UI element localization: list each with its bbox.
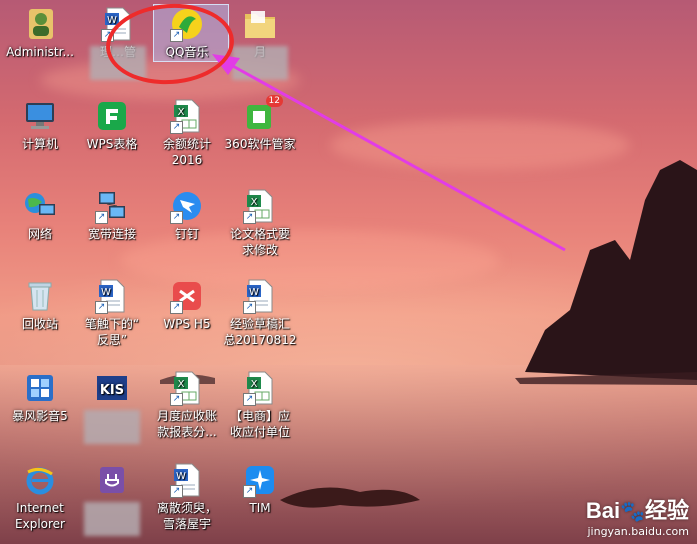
- xls-icon: X ↗: [170, 98, 204, 134]
- svg-text:X: X: [178, 107, 185, 118]
- desktop-icon-network[interactable]: 网络: [2, 188, 78, 242]
- shortcut-arrow-icon: ↗: [170, 301, 183, 314]
- desktop-icon-wps-sheet[interactable]: WPS表格: [74, 98, 150, 152]
- desktop-icon-label: 月度应收账 款报表分...: [156, 409, 217, 439]
- doc-icon: W ↗: [95, 278, 129, 314]
- plugin-icon: [95, 462, 129, 498]
- xls-icon: X ↗: [243, 188, 277, 224]
- desktop-icon-label: 笔触下的“ 反思”: [84, 317, 140, 347]
- network-icon: [23, 188, 57, 224]
- desktop-icon-wpsh5[interactable]: ↗ WPS H5: [149, 278, 225, 332]
- notification-badge: 12: [265, 95, 283, 107]
- desktop-icon-xls[interactable]: X ↗ 余额统计 2016: [149, 98, 225, 168]
- svg-text:W: W: [101, 287, 111, 298]
- svg-text:KIS: KIS: [100, 383, 124, 398]
- privacy-blur: [84, 410, 140, 444]
- desktop-icon-label: WPS H5: [163, 317, 211, 331]
- desktop-icon-label: 回收站: [21, 317, 58, 331]
- desktop-icon-baofeng[interactable]: 暴风影音5: [2, 370, 78, 424]
- desktop-icon-label: Administr...: [6, 45, 74, 59]
- dingtalk-icon: ↗: [170, 188, 204, 224]
- desktop-icon-doc[interactable]: W ↗ 经验草稿汇 总20170812: [222, 278, 298, 348]
- baofeng-icon: [23, 370, 57, 406]
- desktop-icon-computer[interactable]: 计算机: [2, 98, 78, 152]
- desktop-icon-label: 余额统计 2016: [162, 137, 211, 167]
- svg-text:W: W: [176, 471, 186, 482]
- svg-text:X: X: [251, 379, 258, 390]
- shortcut-arrow-icon: ↗: [243, 393, 256, 406]
- shortcut-arrow-icon: ↗: [243, 211, 256, 224]
- kis-icon: KIS: [95, 370, 129, 406]
- desktop-icon-label: 【电商】应 收应付单位: [229, 409, 290, 439]
- ie-icon: [23, 462, 57, 498]
- desktop-icon-xls[interactable]: X ↗ 【电商】应 收应付单位: [222, 370, 298, 440]
- desktop-icon-plugin[interactable]: [74, 462, 150, 536]
- desktop-icon-label: 钉钉: [174, 227, 199, 241]
- desktop-icon-label: 360软件管家: [224, 137, 296, 151]
- svg-text:X: X: [178, 379, 185, 390]
- shortcut-arrow-icon: ↗: [243, 485, 256, 498]
- desktop-icon-label: Internet Explorer: [15, 501, 65, 531]
- desktop-icon-label: 经验草稿汇 总20170812: [223, 317, 297, 347]
- recycle-icon: [23, 278, 57, 314]
- privacy-blur: [232, 46, 288, 80]
- wpsh5-icon: ↗: [170, 278, 204, 314]
- svg-text:W: W: [249, 287, 259, 298]
- doc-icon: W ↗: [243, 278, 277, 314]
- desktop-icon-label: 计算机: [21, 137, 58, 151]
- desktop-icon-broadband[interactable]: ↗ 宽带连接: [74, 188, 150, 242]
- 360-icon: 12: [243, 95, 283, 134]
- desktop-icon-folder[interactable]: 月: [222, 6, 298, 80]
- shortcut-arrow-icon: ↗: [170, 121, 183, 134]
- privacy-blur: [84, 502, 140, 536]
- folder-icon: [243, 6, 277, 42]
- desktop-icon-xls[interactable]: X ↗ 月度应收账 款报表分...: [149, 370, 225, 440]
- shortcut-arrow-icon: ↗: [170, 485, 183, 498]
- desktop-icon-label: 离散须臾， 雪落屋宇: [156, 501, 217, 531]
- desktop-icon-ie[interactable]: Internet Explorer: [2, 462, 78, 532]
- desktop-icon-doc[interactable]: W ↗ 离散须臾， 雪落屋宇: [149, 462, 225, 532]
- desktop-icon-kis[interactable]: KIS: [74, 370, 150, 444]
- desktop-icon-xls[interactable]: X ↗ 论文格式要 求修改: [222, 188, 298, 258]
- desktop-icon-360[interactable]: 12 360软件管家: [222, 95, 298, 152]
- shortcut-arrow-icon: ↗: [243, 301, 256, 314]
- desktop-icon-user[interactable]: Administr...: [2, 6, 78, 60]
- desktop-icon-label: WPS表格: [86, 137, 138, 151]
- xls-icon: X ↗: [170, 370, 204, 406]
- desktop-icon-dingtalk[interactable]: ↗ 钉钉: [149, 188, 225, 242]
- desktop-icon-recycle[interactable]: 回收站: [2, 278, 78, 332]
- computer-icon: [23, 98, 57, 134]
- desktop-icon-tim[interactable]: ↗ TIM: [222, 462, 298, 516]
- xls-icon: X ↗: [243, 370, 277, 406]
- user-icon: [23, 6, 57, 42]
- desktop-icon-doc[interactable]: W ↗ 笔触下的“ 反思”: [74, 278, 150, 348]
- shortcut-arrow-icon: ↗: [95, 301, 108, 314]
- shortcut-arrow-icon: ↗: [170, 211, 183, 224]
- desktop-icon-label: 论文格式要 求修改: [229, 227, 290, 257]
- shortcut-arrow-icon: ↗: [95, 211, 108, 224]
- desktop-icon-label: 网络: [27, 227, 52, 241]
- desktop-icon-label: 暴风影音5: [12, 409, 68, 423]
- svg-text:X: X: [251, 197, 258, 208]
- baidu-jingyan-watermark: Bai🐾经验 jingyan.baidu.com: [585, 498, 689, 538]
- desktop-icon-label: TIM: [249, 501, 271, 515]
- doc-icon: W ↗: [170, 462, 204, 498]
- broadband-icon: ↗: [95, 188, 129, 224]
- wps-sheet-icon: [95, 98, 129, 134]
- desktop-icon-area: Administr...W↗理…管↗QQ音乐月计算机WPS表格X↗余额统计 20…: [0, 0, 697, 544]
- shortcut-arrow-icon: ↗: [170, 393, 183, 406]
- tim-icon: ↗: [243, 462, 277, 498]
- desktop-icon-label: 宽带连接: [87, 227, 136, 241]
